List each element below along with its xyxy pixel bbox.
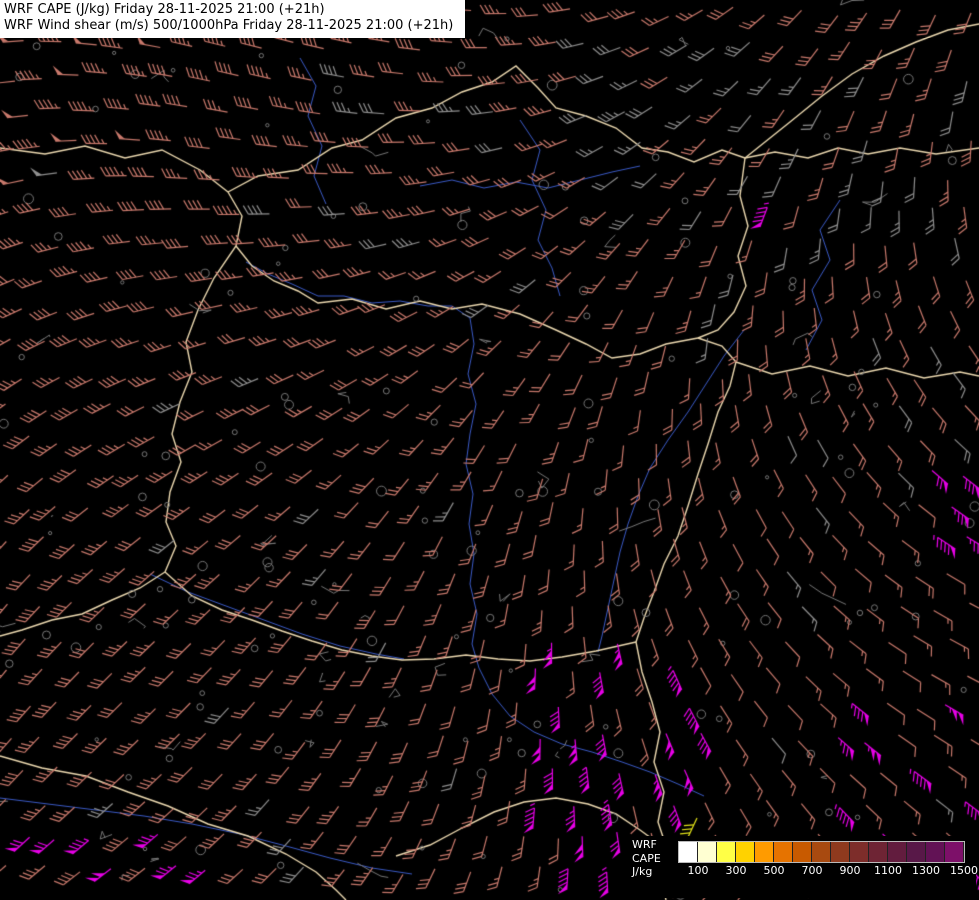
legend-swatch — [774, 842, 793, 862]
legend-labels: WRF CAPE J/kg — [632, 838, 661, 879]
legend-tick-label: 1500 — [950, 864, 978, 877]
legend-tick-label: 300 — [725, 864, 747, 877]
legend-swatch — [869, 842, 888, 862]
wind-shear-title-line: WRF Wind shear (m/s) 500/1000hPa Friday … — [4, 18, 454, 33]
legend-unit-label: J/kg — [632, 865, 653, 878]
wrf-map-stage: WRF CAPE (J/kg) Friday 28-11-2025 21:00 … — [0, 0, 979, 900]
legend-tick-label: 1100 — [874, 864, 902, 877]
legend-model-label: WRF — [632, 838, 657, 851]
legend-swatch — [793, 842, 812, 862]
legend-swatch — [945, 842, 964, 862]
cape-legend: WRF CAPE J/kg 100 300 500 700 900 1100 1300 150… — [626, 836, 979, 898]
legend-swatch — [717, 842, 736, 862]
legend-tick-label: 500 — [763, 864, 785, 877]
legend-swatch — [907, 842, 926, 862]
weather-map-canvas — [0, 0, 979, 900]
legend-param-label: CAPE — [632, 851, 661, 865]
cape-title-line: WRF CAPE (J/kg) Friday 28-11-2025 21:00 … — [4, 2, 325, 17]
legend-color-scale — [678, 841, 965, 863]
legend-tick-label: 700 — [801, 864, 823, 877]
legend-swatch — [888, 842, 907, 862]
legend-tick-row: 100 300 500 700 900 1100 1300 1500 — [679, 864, 979, 878]
legend-swatch — [698, 842, 717, 862]
map-title-box: WRF CAPE (J/kg) Friday 28-11-2025 21:00 … — [0, 0, 466, 38]
legend-tick-label: 100 — [687, 864, 709, 877]
legend-swatch — [679, 842, 698, 862]
legend-tick-label: 900 — [839, 864, 861, 877]
legend-swatch — [850, 842, 869, 862]
legend-swatch — [831, 842, 850, 862]
legend-swatch — [755, 842, 774, 862]
legend-swatch — [812, 842, 831, 862]
legend-swatch — [926, 842, 945, 862]
legend-swatch — [736, 842, 755, 862]
legend-tick-label: 1300 — [912, 864, 940, 877]
